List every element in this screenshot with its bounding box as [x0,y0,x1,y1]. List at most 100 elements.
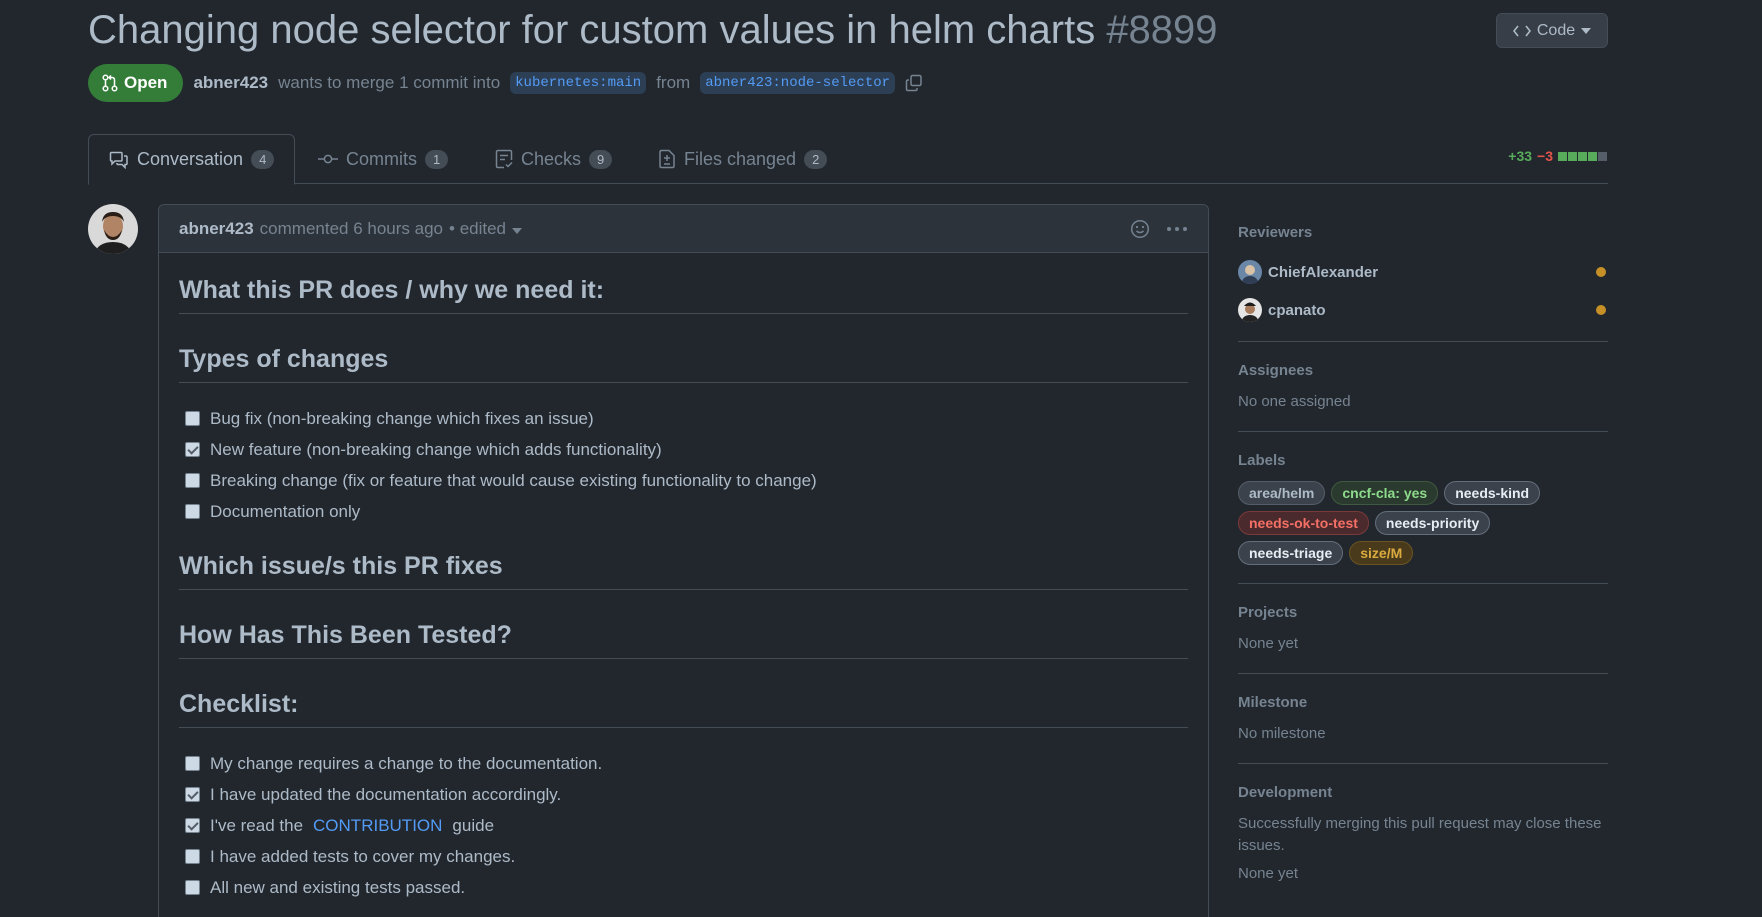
pr-tabs: Conversation 4 Commits 1 Checks 9 Files … [88,134,1608,185]
diffstat: +33 −3 [1508,148,1608,164]
task-text: All new and existing tests passed. [210,877,466,897]
merge-text: wants to merge 1 commit into [278,73,501,92]
chevron-down-icon [1581,27,1592,34]
labels-list: area/helm cncf-cla: yes needs-kind needs… [1238,481,1568,565]
list-item: Bug fix (non-breaking change which fixes… [179,403,1188,434]
development-title[interactable]: Development [1238,784,1608,801]
label-area-helm[interactable]: area/helm [1238,481,1326,505]
development-text: Successfully merging this pull request m… [1238,815,1602,854]
tab-counter: 2 [804,149,828,169]
task-text: New feature (non-breaking change which a… [210,439,662,459]
assignees-title[interactable]: Assignees [1238,362,1608,379]
task-checkbox[interactable] [185,442,200,457]
task-text: I've read the [210,815,304,835]
projects-section: Projects None yet [1238,584,1608,674]
checklist: My change requires a change to the docum… [179,748,1188,903]
task-text: I have updated the documentation accordi… [210,784,562,804]
code-button-label: Code [1536,21,1576,39]
list-item: I have added tests to cover my changes. [179,841,1188,872]
task-checkbox[interactable] [185,504,200,519]
task-text: Documentation only [210,501,361,521]
pr-number: #8899 [1106,8,1218,52]
pr-header: Changing node selector for custom values… [88,6,1608,62]
milestone-text: No milestone [1238,725,1326,742]
projects-text: None yet [1238,635,1299,652]
label-size-m[interactable]: size/M [1349,541,1414,565]
list-item: Breaking change (fix or feature that wou… [179,465,1188,496]
pending-review-icon [1596,305,1606,315]
copy-icon[interactable] [905,74,923,92]
reviewer-item[interactable]: cpanato [1238,291,1608,329]
base-branch[interactable]: kubernetes:main [510,72,647,94]
task-text: Bug fix (non-breaking change which fixes… [210,408,594,428]
smiley-icon[interactable] [1130,219,1150,239]
tab-checks[interactable]: Checks 9 [495,134,613,184]
chevron-down-icon[interactable] [512,227,523,234]
tab-conversation[interactable]: Conversation 4 [88,134,296,185]
label-needs-triage[interactable]: needs-triage [1238,541,1344,565]
development-section: Development Successfully merging this pu… [1238,764,1608,903]
task-checkbox[interactable] [185,756,200,771]
list-item: Documentation only [179,496,1188,527]
state-badge: Open [88,64,184,102]
task-checkbox[interactable] [185,818,200,833]
comment-box: abner423 commented 6 hours ago • edited … [158,204,1209,917]
development-more: None yet [1238,865,1299,882]
contribution-link[interactable]: CONTRIBUTION [313,816,442,836]
tab-label: Commits [346,148,417,169]
task-checkbox[interactable] [185,473,200,488]
heading-tested: How Has This Been Tested? [179,620,1188,659]
avatar[interactable] [88,204,138,254]
pending-review-icon [1596,267,1606,277]
comment-author[interactable]: abner423 [179,219,254,239]
task-text-after: guide [452,815,495,835]
label-needs-priority[interactable]: needs-priority [1374,511,1491,535]
labels-title[interactable]: Labels [1238,452,1608,469]
conversation-icon [109,151,128,169]
head-branch[interactable]: abner423:node-selector [700,72,896,94]
label-needs-ok-to-test[interactable]: needs-ok-to-test [1238,511,1369,535]
reviewers-section: Reviewers ChiefAlexander cpanato [1238,204,1608,342]
file-diff-icon [659,149,675,169]
edited-dropdown[interactable]: • edited [449,219,506,239]
task-checkbox[interactable] [185,880,200,895]
label-cncf-cla[interactable]: cncf-cla: yes [1331,481,1439,505]
reviewer-name: cpanato [1268,301,1326,319]
milestone-title[interactable]: Milestone [1238,694,1608,711]
tab-counter: 4 [251,150,275,169]
pr-title-text: Changing node selector for custom values… [88,8,1096,52]
list-item: All new and existing tests passed. [179,872,1188,903]
pull-request-page: Changing node selector for custom values… [0,0,1762,917]
reviewer-item[interactable]: ChiefAlexander [1238,253,1608,291]
assignees-section: Assignees No one assigned [1238,342,1608,432]
heading-what: What this PR does / why we need it: [179,275,1188,314]
pr-author-link[interactable]: abner423 [193,73,268,93]
reviewers-title[interactable]: Reviewers [1238,224,1608,241]
task-text: My change requires a change to the docum… [210,753,603,773]
task-text: Breaking change (fix or feature that wou… [210,470,817,490]
avatar [1238,298,1262,322]
tab-counter: 9 [589,149,613,169]
pr-meta: Open abner423 wants to merge 1 commit in… [88,64,923,102]
tab-files-changed[interactable]: Files changed 2 [658,134,828,184]
code-icon [1512,25,1531,36]
code-button[interactable]: Code [1496,13,1608,48]
heading-checklist: Checklist: [179,689,1188,728]
projects-title[interactable]: Projects [1238,604,1608,621]
kebab-menu-icon[interactable] [1166,226,1188,232]
assignees-text: No one assigned [1238,393,1351,410]
tab-counter: 1 [425,149,449,169]
task-text: I have added tests to cover my changes. [210,846,516,866]
label-needs-kind[interactable]: needs-kind [1444,481,1541,505]
list-item: My change requires a change to the docum… [179,748,1188,779]
tab-commits[interactable]: Commits 1 [318,134,449,184]
tab-label: Conversation [137,149,244,169]
diffstat-additions: +33 [1508,148,1533,164]
task-checkbox[interactable] [185,787,200,802]
diffstat-bar [1558,148,1608,164]
comment-meta[interactable]: commented 6 hours ago [260,219,443,239]
task-checkbox[interactable] [185,849,200,864]
task-checkbox[interactable] [185,411,200,426]
types-list: Bug fix (non-breaking change which fixes… [179,403,1188,527]
comment-header: abner423 commented 6 hours ago • edited [159,205,1208,253]
